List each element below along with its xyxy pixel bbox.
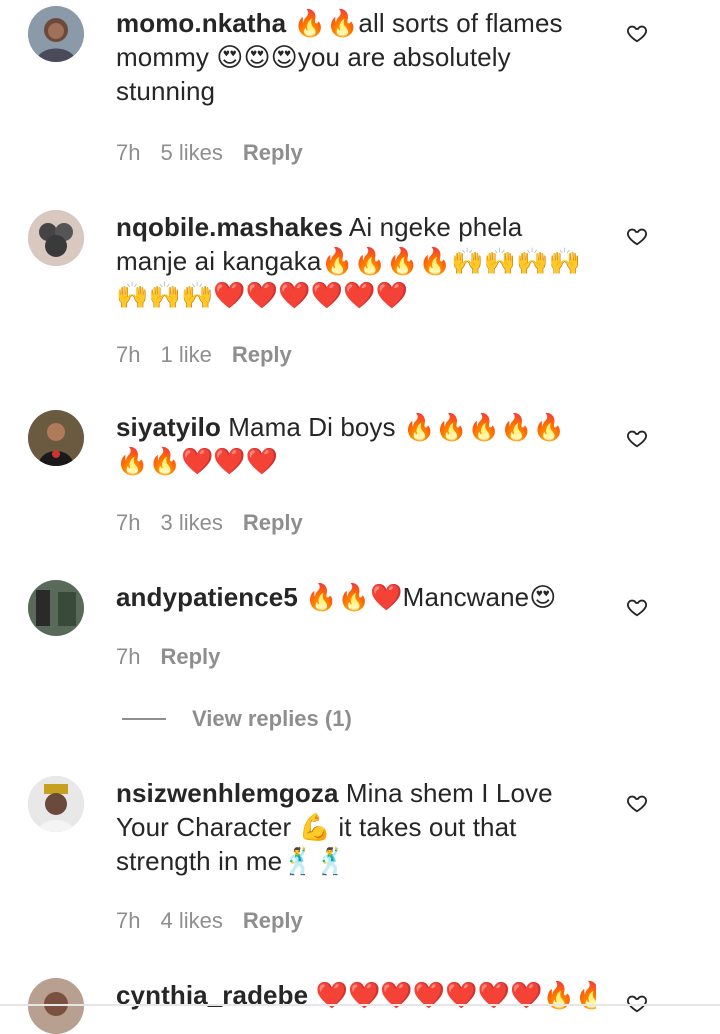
reply-button[interactable]: Reply: [160, 644, 220, 669]
reply-button[interactable]: Reply: [232, 342, 292, 367]
avatar[interactable]: [28, 776, 84, 832]
timestamp: 7h: [116, 140, 141, 165]
bottom-divider: [0, 1004, 720, 1006]
username[interactable]: nqobile.mashakes: [116, 212, 343, 242]
timestamp: 7h: [116, 908, 141, 933]
avatar[interactable]: [28, 580, 84, 636]
reply-button[interactable]: Reply: [243, 908, 303, 933]
heart-outline-icon[interactable]: [626, 22, 648, 44]
timestamp: 7h: [116, 342, 141, 367]
comment-meta: 7h 1 like Reply: [116, 342, 312, 368]
username[interactable]: nsizwenhlemgoza: [116, 778, 339, 808]
username[interactable]: momo.nkatha: [116, 8, 286, 38]
avatar[interactable]: [28, 210, 84, 266]
avatar[interactable]: [28, 410, 84, 466]
reply-button[interactable]: Reply: [243, 140, 303, 165]
comment-text: andypatience5 🔥🔥❤️Mancwane😍: [116, 580, 596, 614]
heart-outline-icon[interactable]: [626, 792, 648, 814]
comment-text: nqobile.mashakes Ai ngeke phela manje ai…: [116, 210, 596, 312]
heart-outline-icon[interactable]: [626, 225, 648, 247]
comment-meta: 7h 5 likes Reply: [116, 140, 323, 166]
username[interactable]: andypatience5: [116, 582, 298, 612]
likes-count[interactable]: 3 likes: [160, 510, 222, 535]
view-replies-label: View replies (1): [192, 706, 352, 731]
comment-meta: 7h 4 likes Reply: [116, 908, 323, 934]
likes-count[interactable]: 1 like: [160, 342, 211, 367]
avatar[interactable]: [28, 978, 84, 1034]
likes-count[interactable]: 4 likes: [160, 908, 222, 933]
reply-button[interactable]: Reply: [243, 510, 303, 535]
comment-text: cynthia_radebe ❤️❤️❤️❤️❤️❤️❤️🔥🔥: [116, 978, 596, 1012]
likes-count[interactable]: 5 likes: [160, 140, 222, 165]
view-replies-button[interactable]: View replies (1): [122, 706, 352, 732]
username[interactable]: siyatyilo: [116, 412, 221, 442]
comment-text: nsizwenhlemgoza Mina shem I Love Your Ch…: [116, 776, 596, 878]
comment-text: momo.nkatha 🔥🔥all sorts of flames mommy …: [116, 6, 596, 108]
comment-meta: 7h 3 likes Reply: [116, 510, 323, 536]
timestamp: 7h: [116, 510, 141, 535]
comment-text: siyatyilo Mama Di boys 🔥🔥🔥🔥🔥🔥🔥❤️❤️❤️: [116, 410, 596, 478]
comment-meta: 7h Reply: [116, 644, 240, 670]
comment-body: 🔥🔥❤️Mancwane😍: [305, 582, 557, 612]
avatar[interactable]: [28, 6, 84, 62]
heart-outline-icon[interactable]: [626, 596, 648, 618]
heart-outline-icon[interactable]: [626, 992, 648, 1014]
divider: [122, 718, 166, 720]
timestamp: 7h: [116, 644, 141, 669]
heart-outline-icon[interactable]: [626, 427, 648, 449]
